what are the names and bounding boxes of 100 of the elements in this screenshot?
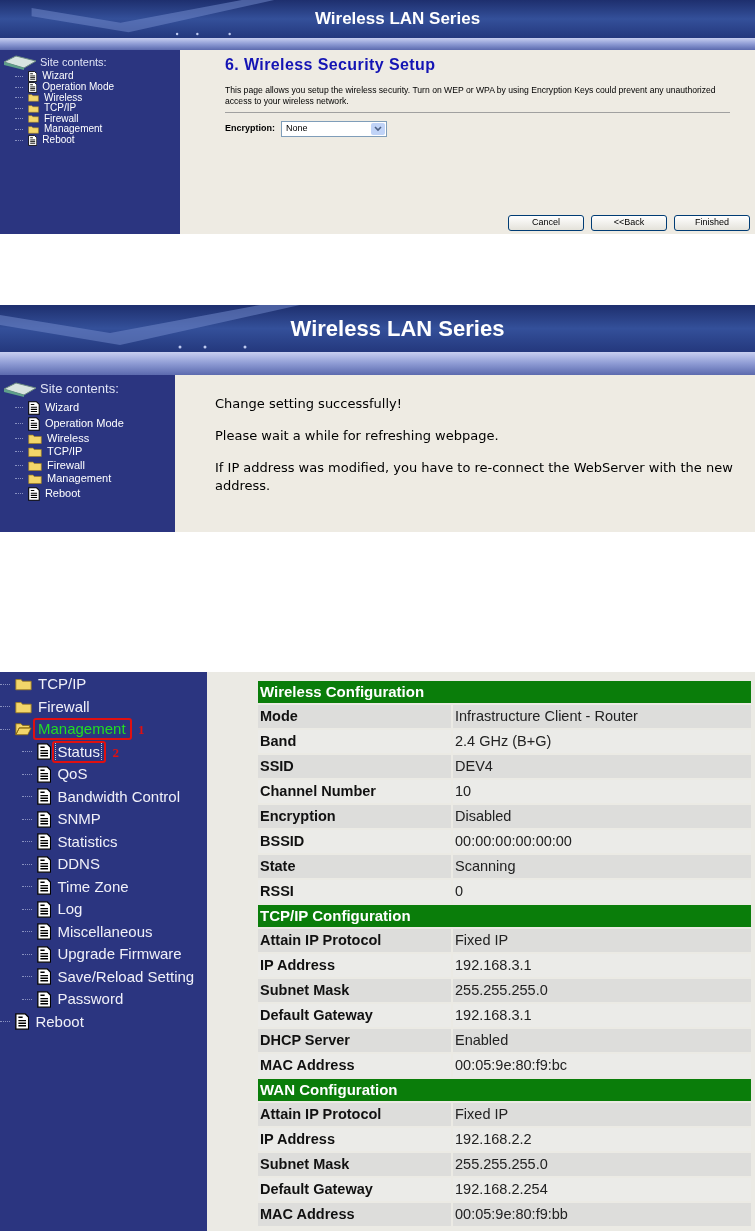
table-cell: Attain IP Protocol	[258, 1103, 451, 1126]
document-icon	[37, 968, 52, 986]
table-cell: Scanning	[453, 855, 751, 878]
sidebar-link[interactable]: Wireless	[44, 92, 83, 103]
table-cell: Attain IP Protocol	[258, 929, 451, 952]
encryption-select[interactable]: None	[281, 121, 387, 137]
sidebar-link[interactable]: Wizard	[42, 70, 74, 82]
section-header: TCP/IP Configuration	[258, 905, 751, 927]
tree-link[interactable]: Save/Reload Setting	[56, 967, 196, 986]
document-icon	[37, 855, 52, 873]
tree-link[interactable]: Reboot	[34, 1012, 85, 1031]
document-icon	[28, 134, 38, 146]
message-text: Please wait a while for refreshing webpage.	[215, 427, 500, 445]
table-cell: Enabled	[453, 1029, 751, 1052]
folder-icon	[28, 103, 39, 113]
document-icon	[37, 765, 52, 783]
folder-icon	[28, 114, 39, 124]
tree-link[interactable]: QoS	[56, 765, 89, 784]
table-cell: 192.168.2.254	[453, 1178, 751, 1201]
table-cell: 10	[453, 780, 751, 803]
document-icon	[37, 923, 52, 941]
sidebar-link[interactable]: Wizard	[44, 401, 80, 414]
document-icon	[37, 743, 52, 761]
tree-link[interactable]: DDNS	[56, 855, 101, 874]
table-cell: 00:00:00:00:00:00	[453, 830, 751, 853]
sidebar-link[interactable]: Management	[44, 124, 103, 135]
folder-icon	[28, 432, 42, 444]
table-cell: Channel Number	[258, 780, 451, 803]
sidebar-link[interactable]: TCP/IP	[44, 103, 77, 114]
section-header: Wireless Configuration	[258, 681, 751, 703]
table-cell: DHCP Server	[258, 1029, 451, 1052]
table-cell: 00:05:9e:80:f9:bb	[453, 1203, 751, 1226]
open-folder-icon	[15, 722, 32, 737]
callout-number: 1	[138, 721, 145, 740]
sidebar-title: Site contents:	[40, 55, 107, 70]
table-cell: SSID	[258, 755, 451, 778]
tree-link[interactable]: Upgrade Firmware	[56, 945, 183, 964]
sidebar-link[interactable]: Reboot	[42, 134, 75, 146]
table-cell: State	[258, 855, 451, 878]
table-cell: 2.4 GHz (B+G)	[453, 730, 751, 753]
table-cell: 00:05:9e:80:f9:bc	[453, 1054, 751, 1077]
sidebar-link[interactable]: Firewall	[44, 113, 79, 124]
table-cell: Band	[258, 730, 451, 753]
sidebar-link[interactable]: Firewall	[47, 459, 85, 472]
header-title: Wireless LAN Series	[290, 315, 505, 343]
folder-icon	[28, 473, 42, 485]
table-cell: IP Address	[258, 1128, 451, 1151]
folder-icon	[28, 459, 42, 471]
tree-link[interactable]: Management	[37, 720, 127, 739]
table-cell: 255.255.255.0	[453, 979, 751, 1002]
table-cell: 192.168.3.1	[453, 1004, 751, 1027]
sidebar-link[interactable]: Management	[47, 473, 112, 485]
wizard-button[interactable]: Finished	[674, 215, 750, 231]
document-icon	[15, 1013, 30, 1031]
sidebar-link[interactable]: TCP/IP	[47, 446, 83, 458]
wizard-button[interactable]: <<Back	[591, 215, 667, 231]
document-icon	[37, 788, 52, 806]
table-cell: Default Gateway	[258, 1178, 451, 1201]
tree-link[interactable]: Miscellaneous	[56, 922, 154, 941]
table-cell: IP Address	[258, 954, 451, 977]
sidebar-link[interactable]: Reboot	[44, 487, 81, 500]
message-text: Change setting successfully!	[215, 395, 403, 413]
description-text: This page allows you setup the wireless security. Turn on WEP or WPA by using Encryption Keys could prevent any unauthorized access to your wireless network.	[225, 85, 717, 107]
sidebar-title: Site contents:	[40, 380, 119, 398]
sidebar-link[interactable]: Operation Mode	[42, 81, 115, 93]
tree-link[interactable]: Time Zone	[56, 877, 130, 896]
dropdown-arrow-icon	[371, 123, 385, 135]
tree-link[interactable]: Firewall	[37, 697, 91, 716]
table-cell: 192.168.2.2	[453, 1128, 751, 1151]
document-icon	[28, 70, 38, 82]
table-cell: 255.255.255.0	[453, 1153, 751, 1176]
table-cell: MAC Address	[258, 1054, 451, 1077]
table-cell: Fixed IP	[453, 1103, 751, 1126]
tree-link[interactable]: Status	[56, 742, 101, 761]
wizard-button[interactable]: Cancel	[508, 215, 584, 231]
table-cell: Encryption	[258, 805, 451, 828]
table-cell: Subnet Mask	[258, 1153, 451, 1176]
folder-icon	[28, 93, 39, 103]
document-icon	[28, 81, 38, 93]
table-cell: Infrastructure Client - Router	[453, 705, 751, 728]
document-icon	[37, 833, 52, 851]
message-text: If IP address was modified, you have to re-connect the WebServer with the new address.	[215, 459, 734, 495]
tree-link[interactable]: Bandwidth Control	[56, 787, 181, 806]
tree-link[interactable]: SNMP	[56, 810, 102, 829]
table-cell: DEV4	[453, 755, 751, 778]
sidebar-link[interactable]: Wireless	[47, 432, 90, 445]
tree-link[interactable]: Password	[56, 990, 125, 1009]
sidebar-link[interactable]: Operation Mode	[44, 417, 124, 430]
router-icon	[3, 54, 37, 71]
callout-number: 2	[112, 743, 119, 762]
table-cell: MAC Address	[258, 1203, 451, 1226]
folder-icon	[28, 124, 39, 134]
tree-link[interactable]: Statistics	[56, 832, 119, 851]
tree-link[interactable]: TCP/IP	[37, 675, 88, 694]
router-icon	[3, 380, 37, 397]
header-title: Wireless LAN Series	[314, 8, 481, 31]
document-icon	[28, 400, 40, 415]
tree-link[interactable]: Log	[56, 900, 84, 919]
document-icon	[28, 416, 40, 431]
folder-icon	[15, 677, 32, 692]
